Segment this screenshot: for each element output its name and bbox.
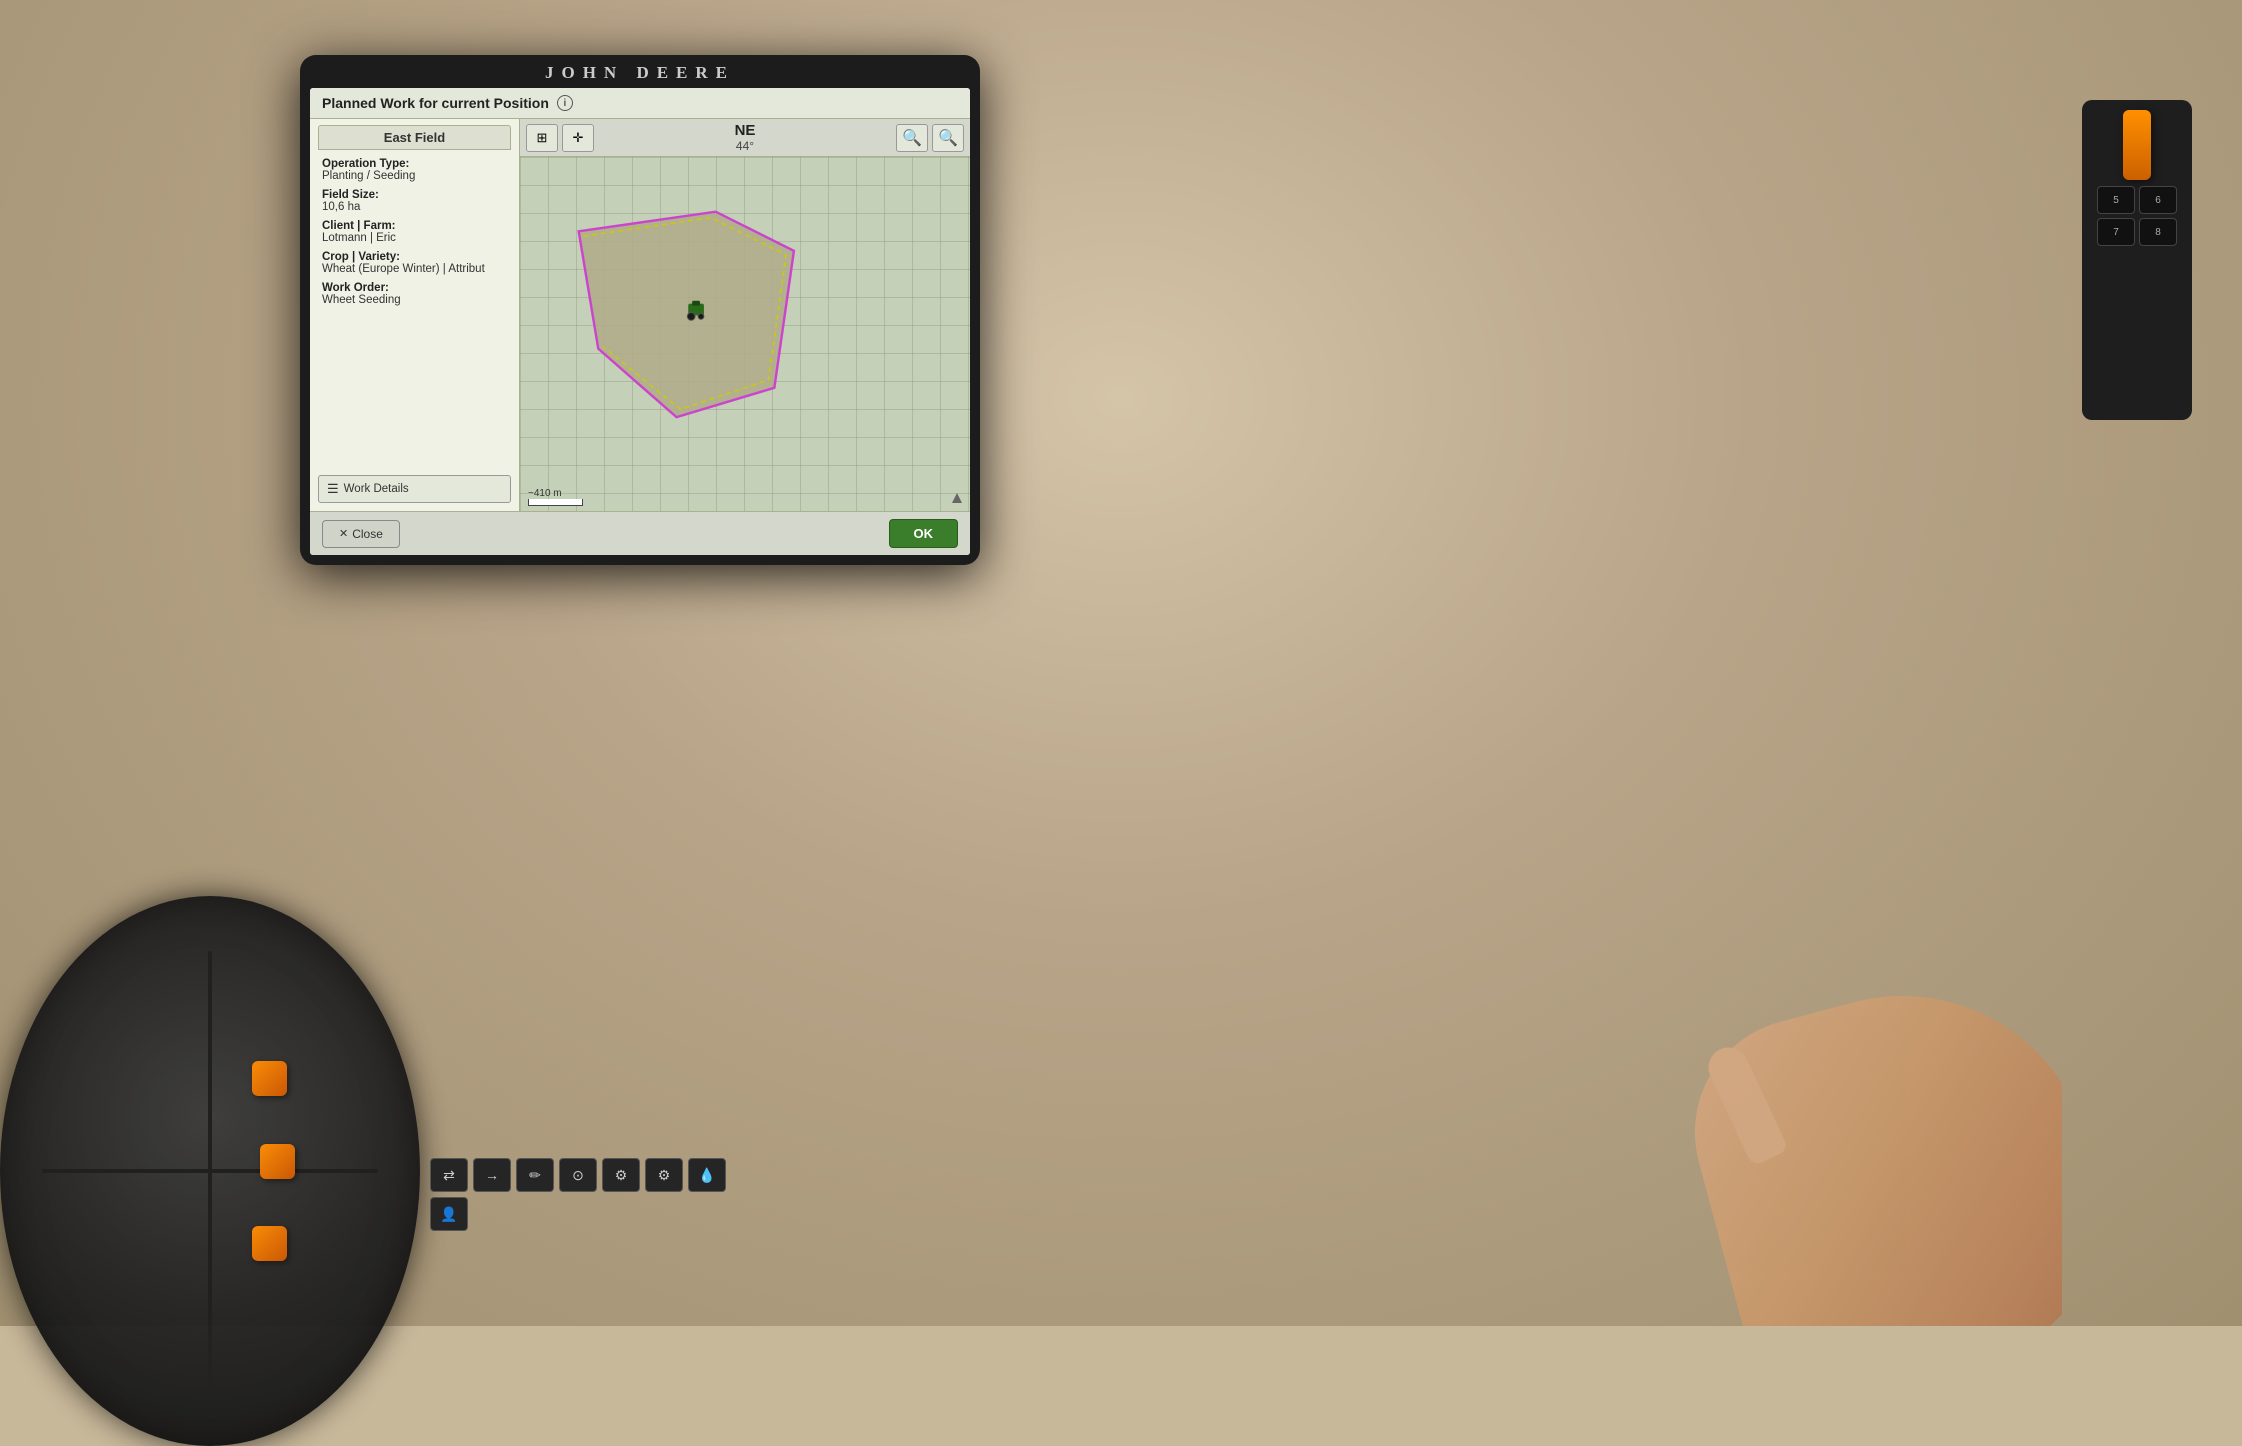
compass-display: NE 44° bbox=[598, 122, 892, 153]
key-settings[interactable]: ⚙ bbox=[645, 1158, 683, 1192]
zoom-out-button[interactable]: 🔍 bbox=[896, 124, 928, 152]
compass-degrees: 44° bbox=[598, 139, 892, 153]
screen: Planned Work for current Position i East… bbox=[310, 88, 970, 555]
close-button[interactable]: ✕ Close bbox=[322, 520, 400, 548]
display-terminal: John Deere Planned Work for current Posi… bbox=[300, 55, 980, 565]
field-size-label: Field Size: bbox=[322, 189, 507, 201]
map-toolbar: ⊞ ✛ NE 44° 🔍 🔍 bbox=[520, 119, 970, 157]
right-controls: 5 6 7 8 bbox=[2082, 100, 2192, 420]
client-farm-label: Client | Farm: bbox=[322, 220, 507, 232]
pan-button[interactable]: ✛ bbox=[562, 124, 594, 152]
key-gear[interactable]: ⚙ bbox=[602, 1158, 640, 1192]
work-details-button[interactable]: ☰ Work Details bbox=[318, 475, 511, 503]
operation-type-label: Operation Type: bbox=[322, 158, 507, 170]
field-svg bbox=[520, 157, 970, 511]
work-order-value: Wheet Seeding bbox=[322, 294, 507, 306]
btn-8[interactable]: 8 bbox=[2139, 218, 2177, 246]
client-farm-row: Client | Farm: Lotmann | Eric bbox=[322, 220, 507, 244]
zoom-in-button[interactable]: 🔍 bbox=[932, 124, 964, 152]
dialog-header: Planned Work for current Position i bbox=[310, 88, 970, 119]
work-order-row: Work Order: Wheet Seeding bbox=[322, 282, 507, 306]
orange-button-2[interactable] bbox=[260, 1144, 295, 1179]
map-area[interactable]: ~410 m bbox=[520, 157, 970, 511]
steering-wheel-left bbox=[0, 896, 420, 1446]
orange-button-3[interactable] bbox=[252, 1226, 287, 1261]
info-icon[interactable]: i bbox=[557, 95, 573, 111]
keyboard-row: ⇄ → ✏ ⊙ ⚙ ⚙ 💧 👤 bbox=[430, 1158, 750, 1231]
scale-line bbox=[528, 499, 583, 506]
map-panel: ⊞ ✛ NE 44° 🔍 🔍 bbox=[520, 119, 970, 511]
key-person[interactable]: 👤 bbox=[430, 1197, 468, 1231]
dialog-body: East Field Operation Type: Planting / Se… bbox=[310, 119, 970, 511]
close-x-icon: ✕ bbox=[339, 527, 348, 540]
dialog-footer: ✕ Close OK bbox=[310, 511, 970, 555]
dialog-title: Planned Work for current Position bbox=[322, 95, 549, 111]
scale-bar: ~410 m bbox=[528, 488, 583, 506]
orange-button-1[interactable] bbox=[252, 1061, 287, 1096]
field-info: Operation Type: Planting / Seeding Field… bbox=[310, 150, 519, 471]
compass-direction: NE bbox=[598, 122, 892, 139]
key-arrows[interactable]: ⇄ bbox=[430, 1158, 468, 1192]
crop-variety-value: Wheat (Europe Winter) | Attribut bbox=[322, 263, 507, 275]
list-icon: ☰ bbox=[327, 481, 339, 497]
field-size-row: Field Size: 10,6 ha bbox=[322, 189, 507, 213]
btn-5[interactable]: 5 bbox=[2097, 186, 2135, 214]
field-tab[interactable]: East Field bbox=[318, 125, 511, 150]
key-drop[interactable]: 💧 bbox=[688, 1158, 726, 1192]
operation-type-row: Operation Type: Planting / Seeding bbox=[322, 158, 507, 182]
client-farm-value: Lotmann | Eric bbox=[322, 232, 507, 244]
map-layers-button[interactable]: ⊞ bbox=[526, 124, 558, 152]
orange-lever[interactable] bbox=[2123, 110, 2151, 180]
brand-label: John Deere bbox=[545, 63, 735, 83]
btn-7[interactable]: 7 bbox=[2097, 218, 2135, 246]
work-order-label: Work Order: bbox=[322, 282, 507, 294]
ok-button[interactable]: OK bbox=[889, 519, 959, 548]
field-size-value: 10,6 ha bbox=[322, 201, 507, 213]
btn-6[interactable]: 6 bbox=[2139, 186, 2177, 214]
key-pencil[interactable]: ✏ bbox=[516, 1158, 554, 1192]
operation-type-value: Planting / Seeding bbox=[322, 170, 507, 182]
left-panel: East Field Operation Type: Planting / Se… bbox=[310, 119, 520, 511]
crop-variety-label: Crop | Variety: bbox=[322, 251, 507, 263]
key-arrow-right[interactable]: → bbox=[473, 1158, 511, 1192]
key-circle[interactable]: ⊙ bbox=[559, 1158, 597, 1192]
crop-variety-row: Crop | Variety: Wheat (Europe Winter) | … bbox=[322, 251, 507, 275]
